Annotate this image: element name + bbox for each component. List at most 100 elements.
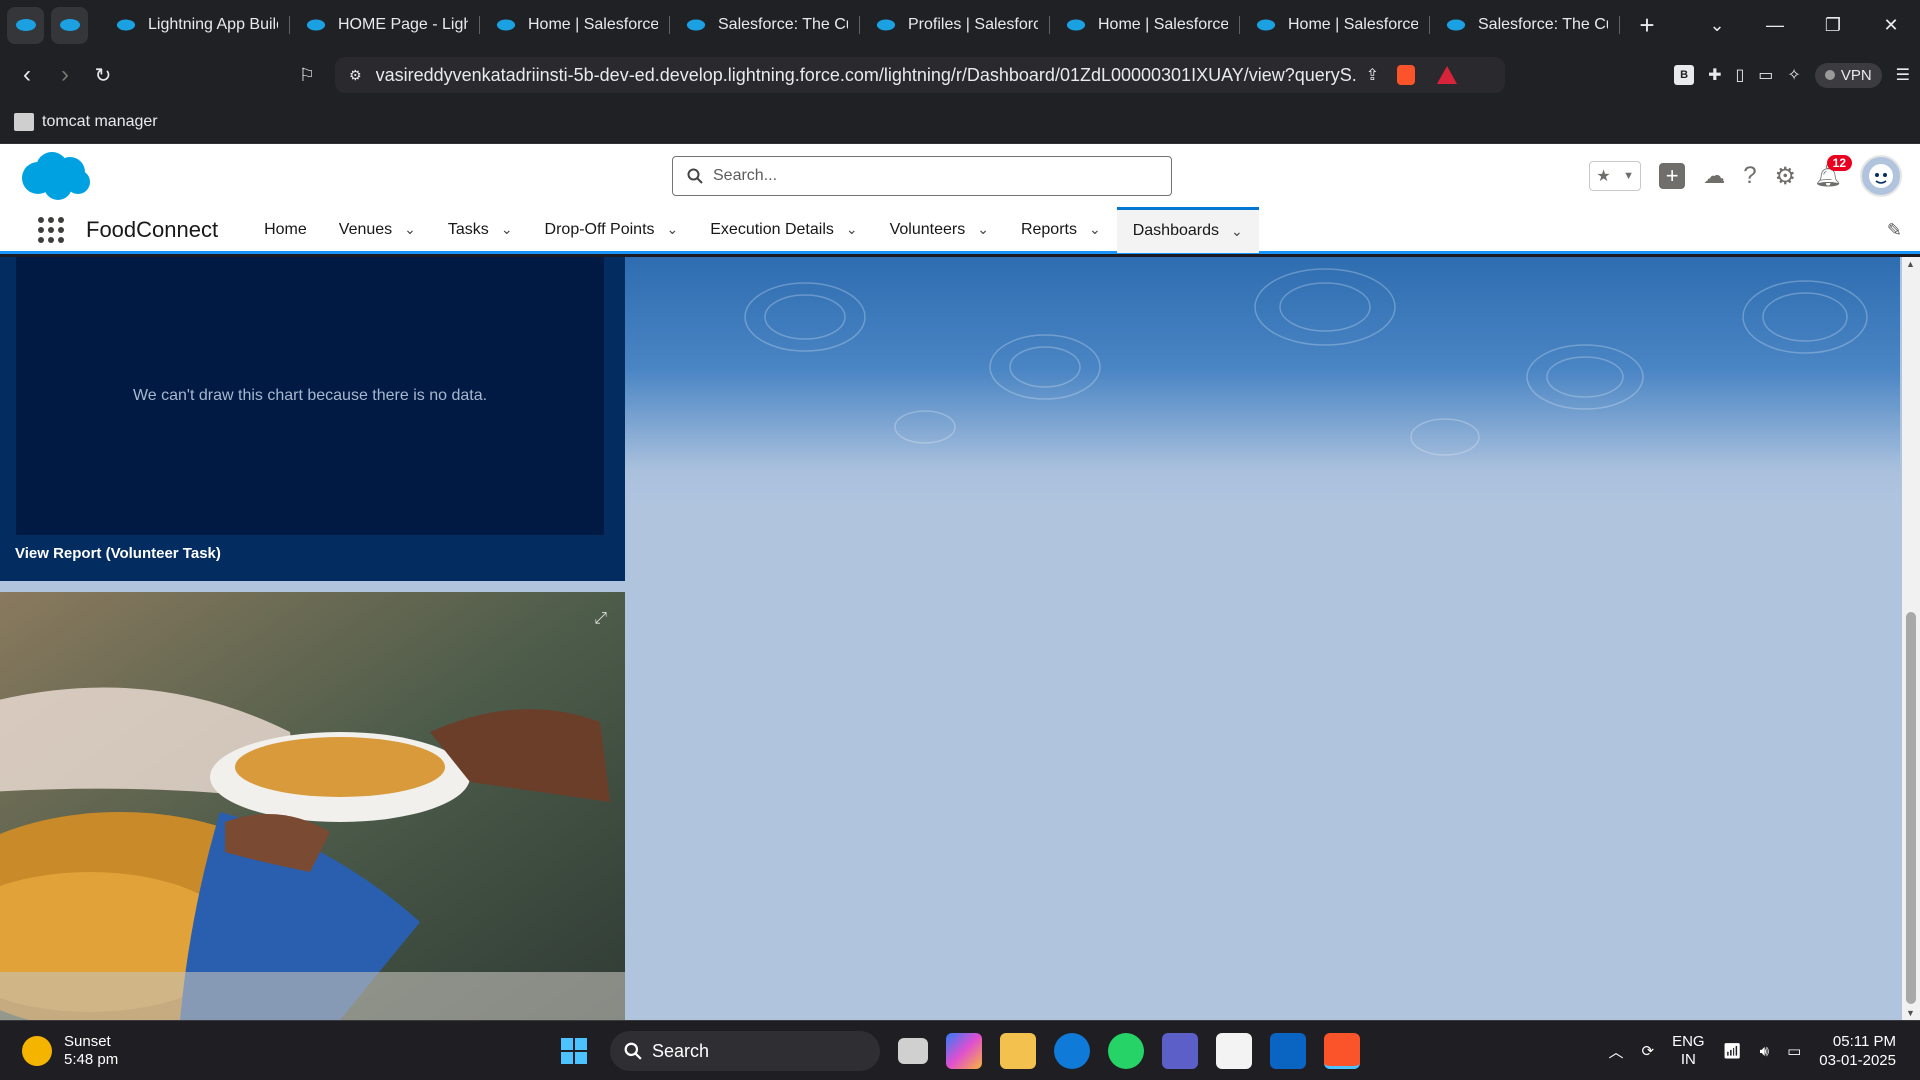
whatsapp-icon[interactable] <box>1108 1033 1144 1069</box>
nav-item-venues[interactable]: Venues ⌄ <box>323 207 432 253</box>
page-scrollbar[interactable]: ▲ ▼ <box>1902 257 1920 1020</box>
battery-icon[interactable]: ▭ <box>1787 1042 1801 1060</box>
site-info-icon[interactable]: ⚙ <box>349 67 362 84</box>
view-report-link[interactable]: View Report (Volunteer Task) <box>15 545 221 562</box>
chevron-down-icon[interactable]: ⌄ <box>404 221 416 238</box>
task-view-icon[interactable] <box>898 1038 928 1064</box>
browser-tab[interactable]: Salesforce: The Customer <box>670 7 860 43</box>
teams-icon[interactable] <box>1162 1033 1198 1069</box>
nav-item-execution-details[interactable]: Execution Details ⌄ <box>694 207 873 253</box>
chevron-down-icon[interactable]: ⌄ <box>667 221 679 238</box>
app-launcher-icon[interactable] <box>36 215 66 245</box>
extensions-icon[interactable]: ✚ <box>1708 65 1721 85</box>
wifi-icon[interactable]: 📶︎ <box>1723 1042 1742 1060</box>
extension-b-icon[interactable]: B <box>1674 65 1695 85</box>
weather-title: Sunset <box>64 1033 111 1050</box>
bookmark-tomcat-manager[interactable]: tomcat manager <box>42 113 158 131</box>
nav-item-tasks[interactable]: Tasks ⌄ <box>432 207 529 253</box>
help-icon[interactable]: ? <box>1743 162 1756 190</box>
global-actions-icon[interactable]: + <box>1659 163 1686 189</box>
bookmark-icon[interactable]: ⚐ <box>288 56 326 94</box>
url-bar[interactable]: ⚙ vasireddyvenkatadriinsti-5b-dev-ed.dev… <box>335 57 1505 93</box>
share-icon[interactable]: ⇪ <box>1366 65 1379 85</box>
weather-widget[interactable]: Sunset 5:48 pm <box>22 1033 118 1069</box>
sunset-icon <box>22 1036 52 1066</box>
tab-title: Profiles | Salesforce <box>908 16 1038 33</box>
taskbar-search[interactable]: Search <box>610 1031 880 1071</box>
app-name: FoodConnect <box>86 216 219 242</box>
leo-ai-icon[interactable]: ✧ <box>1787 65 1800 85</box>
salesforce-favicon-icon <box>1066 19 1086 31</box>
language-indicator[interactable]: ENG IN <box>1672 1033 1705 1069</box>
clock[interactable]: 05:11 PM 03-01-2025 <box>1819 1032 1896 1070</box>
windows-start-icon[interactable] <box>556 1033 592 1069</box>
browser-tab[interactable]: Home | Salesforce <box>1050 7 1240 43</box>
dashboard-canvas: We can't draw this chart because there i… <box>0 257 1920 1020</box>
windows-taskbar: Sunset 5:48 pm Search ︿ ⟳ ENG IN 📶︎ 🔊︎ ▭ <box>0 1020 1920 1080</box>
forward-icon[interactable]: › <box>46 56 84 94</box>
chevron-down-icon[interactable]: ⌄ <box>1231 223 1243 240</box>
chevron-down-icon[interactable]: ⌄ <box>977 221 989 238</box>
scroll-up-icon[interactable]: ▲ <box>1906 259 1915 269</box>
nav-item-dashboards[interactable]: Dashboards ⌄ <box>1116 206 1259 253</box>
url-text: vasireddyvenkatadriinsti-5b-dev-ed.devel… <box>375 64 1356 85</box>
sync-icon[interactable]: ⟳ <box>1641 1042 1654 1060</box>
browser-tab[interactable]: Profiles | Salesforce <box>860 7 1050 43</box>
nav-item-volunteers[interactable]: Volunteers ⌄ <box>874 207 1005 253</box>
topographic-banner <box>625 257 1900 507</box>
browser-tab[interactable]: Salesforce: The Customer <box>1430 7 1620 43</box>
copilot-icon[interactable] <box>946 1033 982 1069</box>
browser-tab[interactable]: Home | Salesforce <box>480 7 670 43</box>
salesforce-favicon-icon <box>1256 19 1276 31</box>
setup-gear-icon[interactable]: ⚙ <box>1775 162 1797 191</box>
close-icon[interactable]: ✕ <box>1862 15 1920 36</box>
browser-tab-bar: Lightning App Builder HOME Page - Lightni… <box>0 0 1920 50</box>
chevron-down-icon[interactable]: ⌄ <box>501 221 513 238</box>
notifications-bell-icon[interactable]: 🔔︎ 12 <box>1814 155 1852 189</box>
browser-tab[interactable]: Lightning App Builder <box>100 7 290 43</box>
chevron-down-icon[interactable]: ⌄ <box>1089 221 1101 238</box>
expand-icon[interactable]: ⤢ <box>594 610 607 628</box>
brave-shields-icon[interactable] <box>1396 65 1415 85</box>
browser-tab[interactable]: HOME Page - Lightning <box>290 7 480 43</box>
menu-icon[interactable]: ☰ <box>1896 65 1910 85</box>
language-code: ENG <box>1672 1033 1705 1050</box>
scrollbar-thumb[interactable] <box>1906 612 1916 1004</box>
minimize-icon[interactable]: — <box>1746 15 1804 36</box>
edit-nav-items-icon[interactable]: ✎ <box>1887 220 1902 241</box>
no-data-message: We can't draw this chart because there i… <box>132 387 488 404</box>
salesforce-logo[interactable] <box>18 150 92 207</box>
new-tab-button[interactable]: + <box>1632 10 1662 41</box>
star-icon: ★ <box>1596 168 1611 185</box>
favorites-dropdown-icon[interactable]: ▼ <box>1623 170 1634 182</box>
microsoft-store-icon[interactable] <box>1216 1033 1252 1069</box>
global-search-input[interactable]: Search... <box>672 156 1172 196</box>
file-explorer-icon[interactable] <box>1000 1033 1036 1069</box>
sidebar-icon[interactable]: ▯ <box>1735 65 1744 85</box>
nav-item-reports[interactable]: Reports ⌄ <box>1005 207 1117 253</box>
show-hidden-icons-icon[interactable]: ︿ <box>1608 1041 1623 1062</box>
scroll-down-icon[interactable]: ▼ <box>1906 1008 1915 1018</box>
trailhead-icon[interactable]: ☁ <box>1703 163 1725 189</box>
tab-group-button-2[interactable] <box>51 6 88 44</box>
edge-icon[interactable] <box>1054 1033 1090 1069</box>
brave-taskbar-icon[interactable] <box>1324 1033 1360 1069</box>
tab-search-icon[interactable]: ⌄ <box>1688 15 1746 36</box>
favorites-button[interactable]: ★ ▼ <box>1589 161 1642 191</box>
tab-title: Lightning App Builder <box>148 16 278 33</box>
volume-icon[interactable]: 🔊︎ <box>1760 1043 1769 1060</box>
back-icon[interactable]: ‹ <box>8 56 46 94</box>
reload-icon[interactable]: ↻ <box>84 56 122 94</box>
chevron-down-icon[interactable]: ⌄ <box>846 221 858 238</box>
user-avatar[interactable] <box>1860 155 1902 197</box>
tab-group-button[interactable] <box>7 6 44 44</box>
nav-item-home[interactable]: Home <box>248 207 323 253</box>
browser-toolbar: B ✚ ▯ ▭ ✧ VPN ☰ <box>1674 50 1910 100</box>
restore-icon[interactable]: ❐ <box>1804 15 1862 36</box>
browser-tab[interactable]: Home | Salesforce <box>1240 7 1430 43</box>
nav-item-drop-off-points[interactable]: Drop-Off Points ⌄ <box>529 207 695 253</box>
brave-rewards-icon[interactable] <box>1436 66 1457 84</box>
wallet-icon[interactable]: ▭ <box>1758 65 1773 85</box>
outlook-icon[interactable] <box>1270 1033 1306 1069</box>
vpn-button[interactable]: VPN <box>1814 62 1882 88</box>
